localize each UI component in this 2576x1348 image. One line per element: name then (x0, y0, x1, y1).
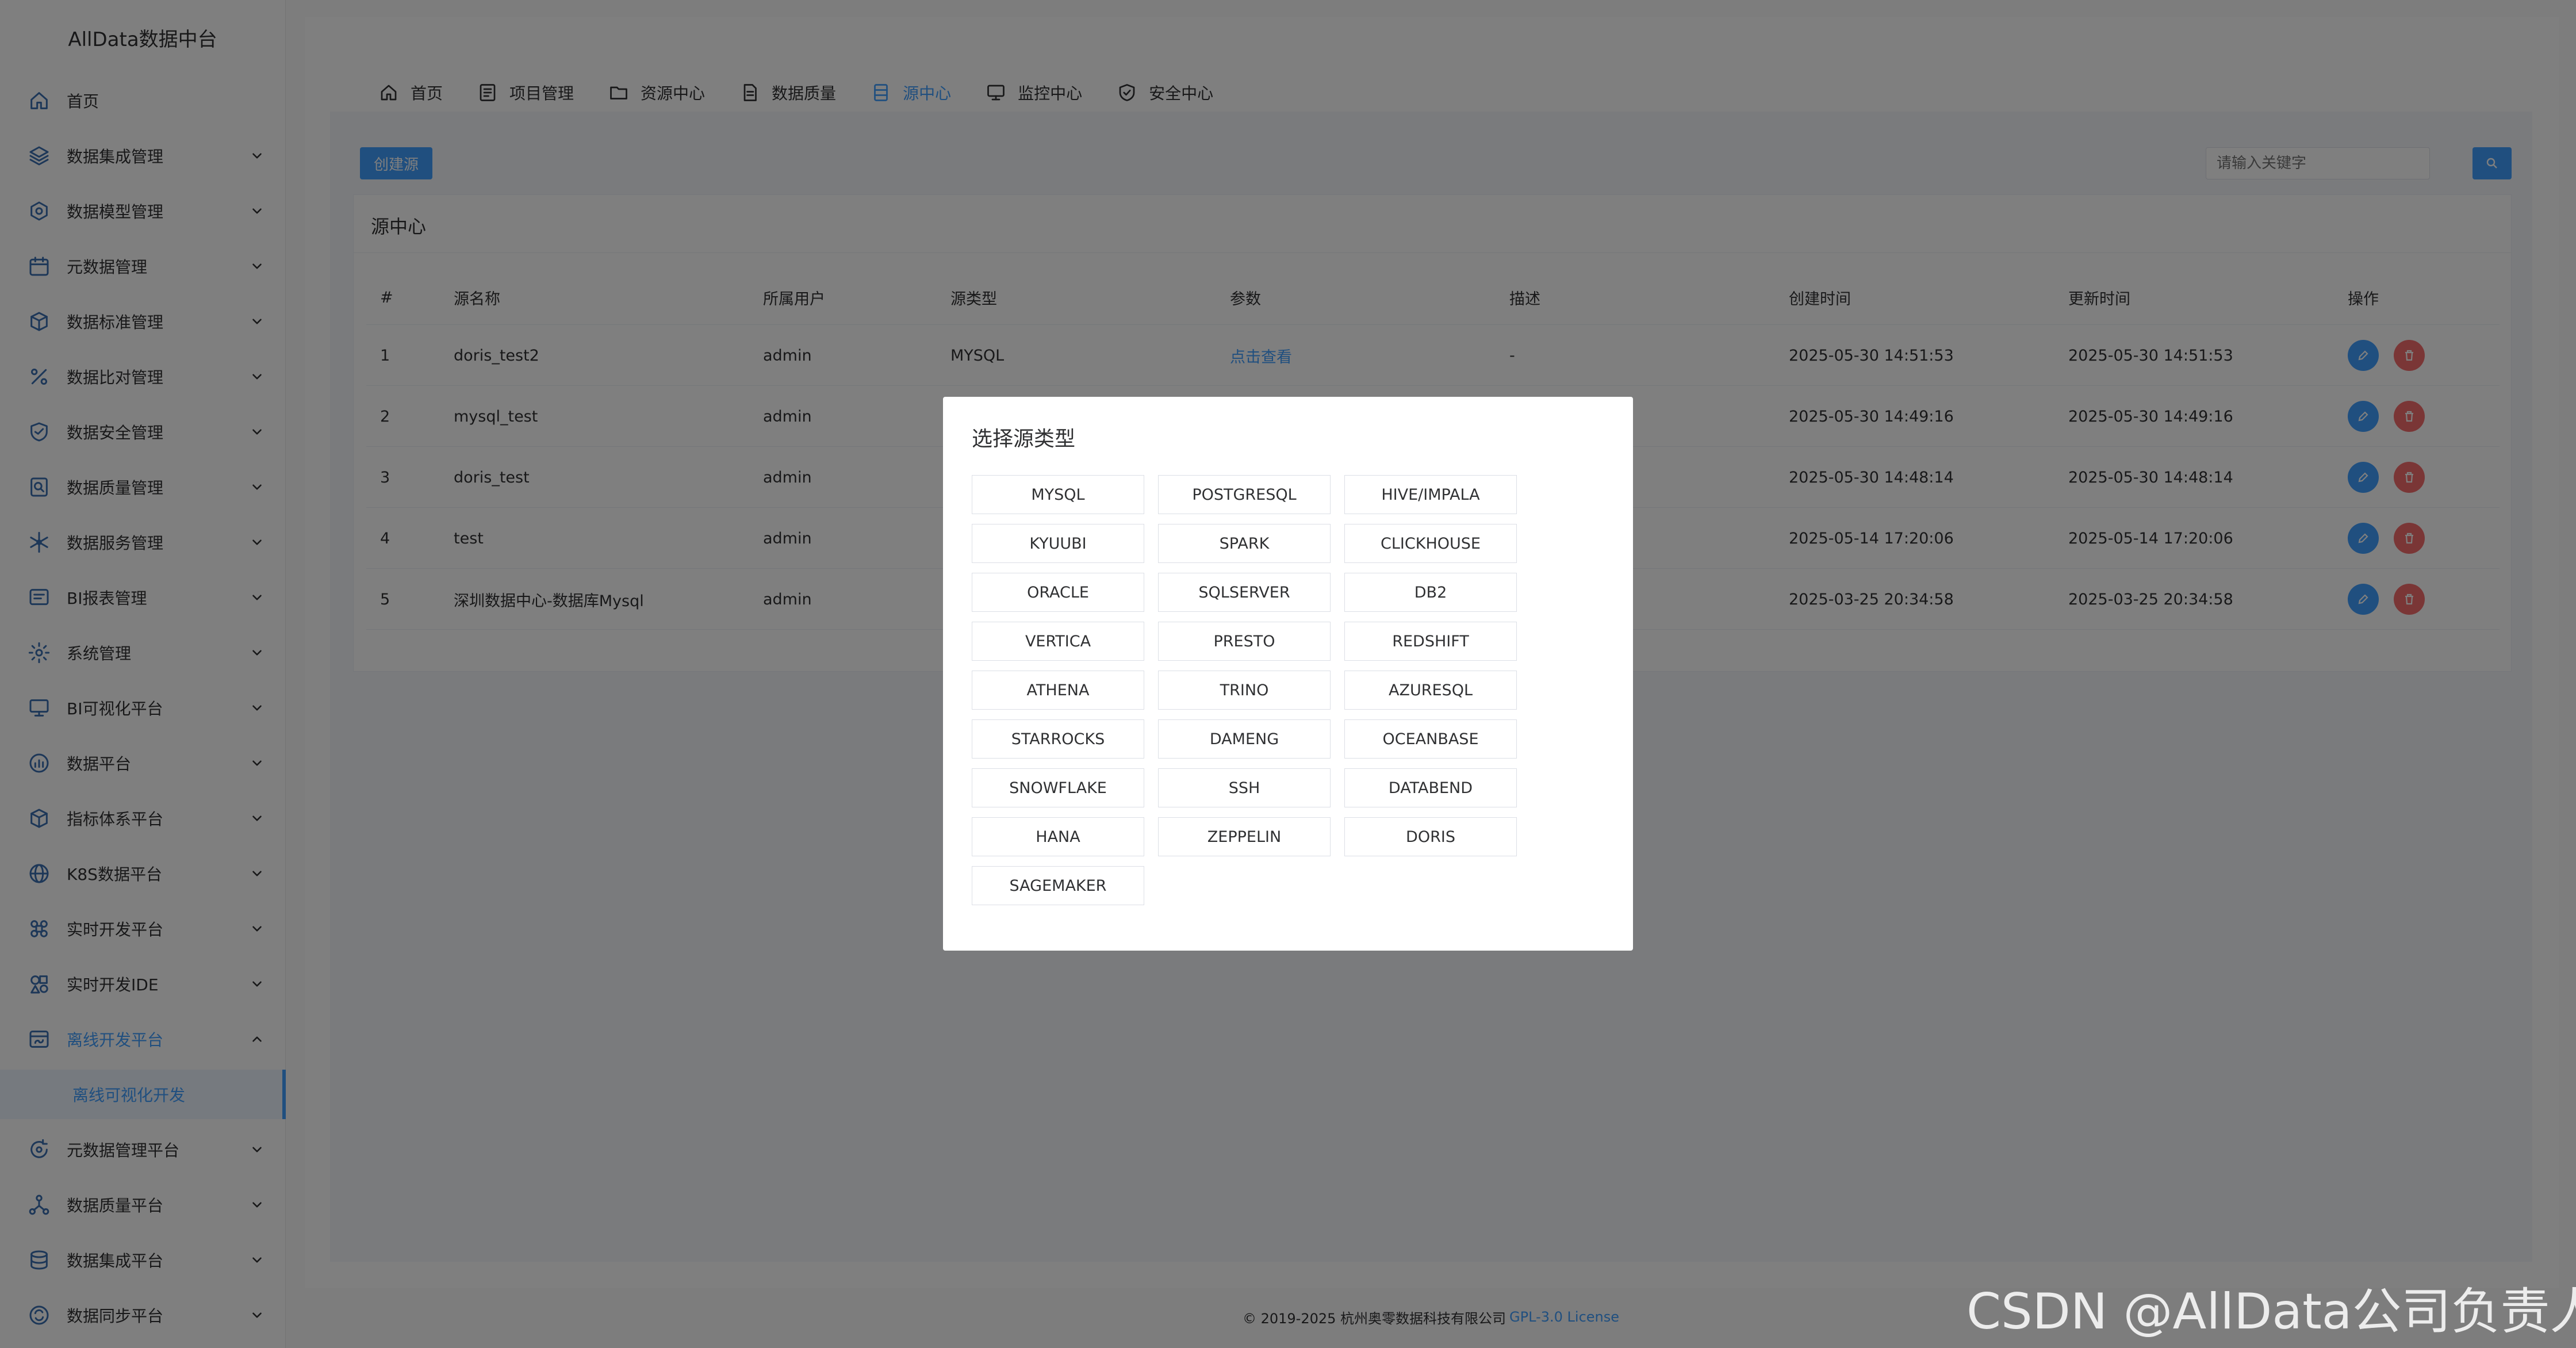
source-type-button[interactable]: DAMENG (1158, 719, 1331, 759)
source-type-button[interactable]: STARROCKS (972, 719, 1144, 759)
source-type-button[interactable]: HIVE/IMPALA (1344, 475, 1517, 514)
source-type-button[interactable]: SQLSERVER (1158, 573, 1331, 612)
source-type-button[interactable]: KYUUBI (972, 524, 1144, 563)
source-type-button[interactable]: POSTGRESQL (1158, 475, 1331, 514)
source-type-button[interactable]: OCEANBASE (1344, 719, 1517, 759)
dialog-title: 选择源类型 (972, 427, 1076, 451)
source-type-button[interactable]: SPARK (1158, 524, 1331, 563)
source-type-button[interactable]: ZEPPELIN (1158, 817, 1331, 856)
source-type-button[interactable]: TRINO (1158, 671, 1331, 710)
source-type-button[interactable]: HANA (972, 817, 1144, 856)
select-source-type-dialog: 选择源类型 MYSQL POSTGRESQL HIVE/IMPALA KYUUBI SP… (943, 397, 1633, 951)
source-type-button[interactable]: VERTICA (972, 622, 1144, 661)
source-type-button[interactable]: ATHENA (972, 671, 1144, 710)
source-type-button[interactable]: SSH (1158, 768, 1331, 807)
source-type-button[interactable]: AZURESQL (1344, 671, 1517, 710)
watermark: CSDN @AllData公司负责人 (1966, 1283, 2576, 1341)
source-type-button[interactable]: DATABEND (1344, 768, 1517, 807)
source-type-button[interactable]: SAGEMAKER (972, 866, 1144, 905)
source-type-button[interactable]: CLICKHOUSE (1344, 524, 1517, 563)
source-type-button[interactable]: ORACLE (972, 573, 1144, 612)
source-type-button[interactable]: REDSHIFT (1344, 622, 1517, 661)
source-type-button[interactable]: MYSQL (972, 475, 1144, 514)
source-type-button[interactable]: PRESTO (1158, 622, 1331, 661)
source-type-button[interactable]: SNOWFLAKE (972, 768, 1144, 807)
source-type-button[interactable]: DORIS (1344, 817, 1517, 856)
source-type-button[interactable]: DB2 (1344, 573, 1517, 612)
